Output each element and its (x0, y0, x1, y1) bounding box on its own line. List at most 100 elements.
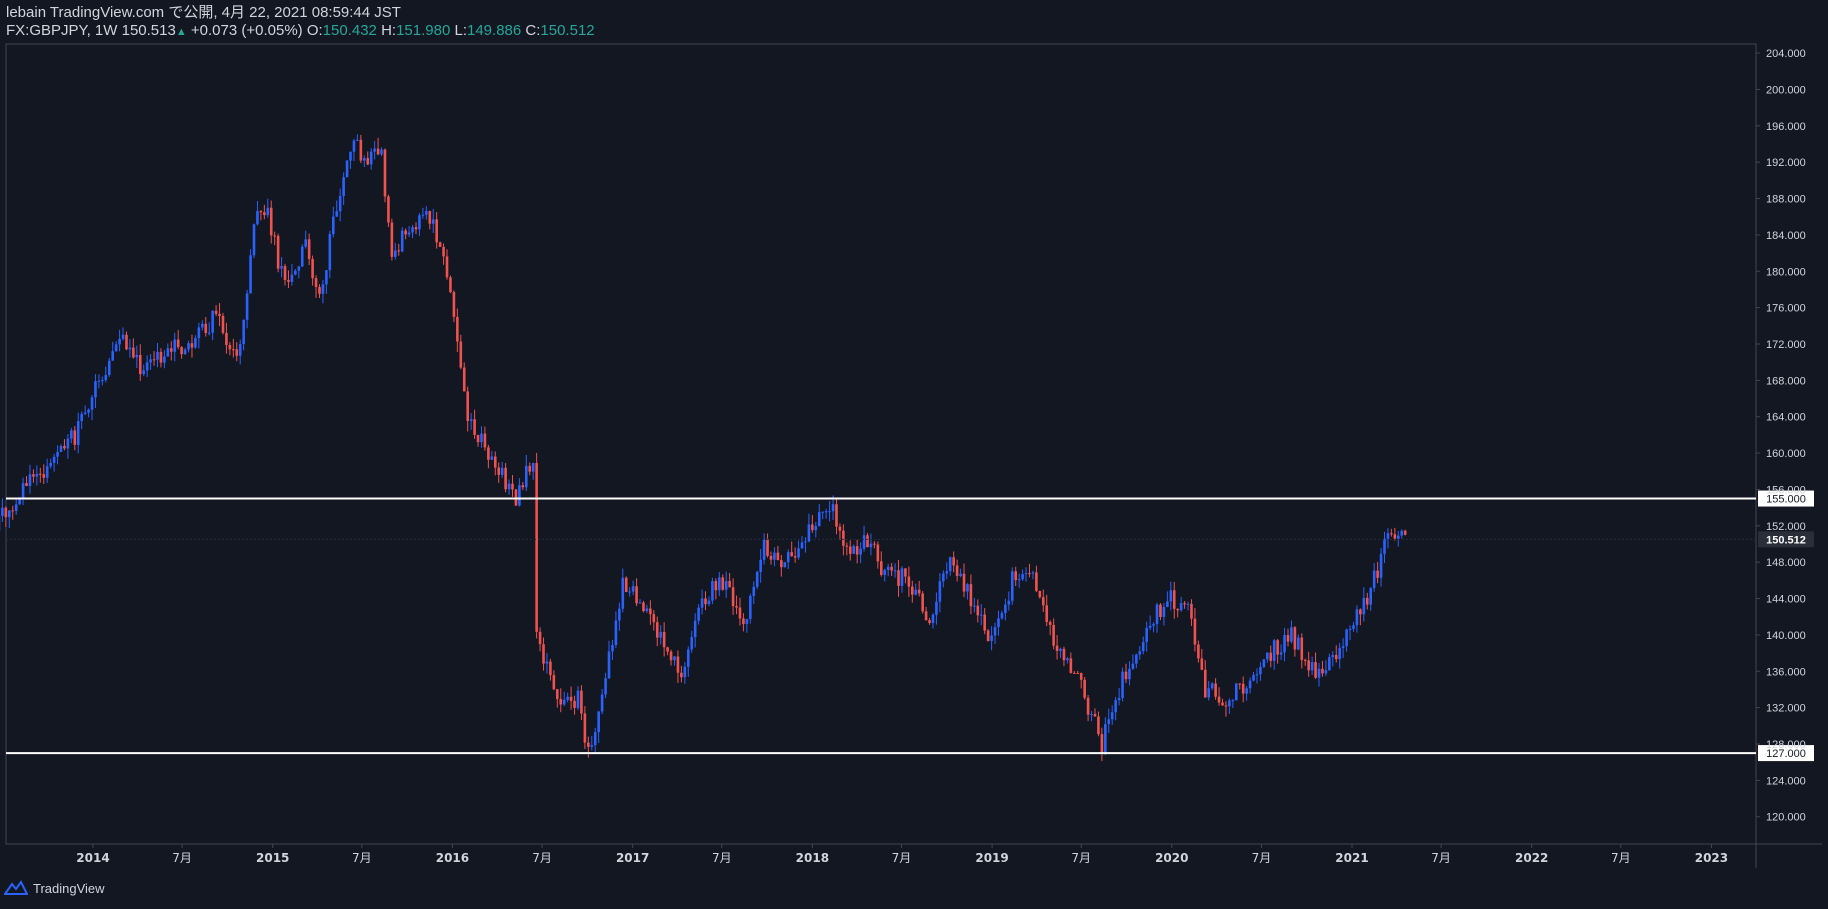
candle (852, 544, 856, 554)
candle (597, 711, 600, 744)
candle (807, 513, 811, 543)
candle (866, 532, 869, 548)
y-tick-label: 148.000 (1766, 557, 1806, 569)
candle (1362, 587, 1366, 622)
candle (914, 583, 918, 596)
candle (187, 340, 190, 353)
candle (655, 616, 659, 647)
plot-area-frame (5, 43, 1757, 845)
candle (824, 508, 828, 519)
candle (1293, 626, 1297, 657)
candle (904, 568, 907, 584)
x-tick-label: 7月 (172, 851, 192, 865)
candle (580, 685, 583, 720)
candle (263, 204, 266, 220)
candle (25, 476, 28, 487)
candle (156, 343, 159, 368)
candle (948, 556, 952, 576)
candle (1014, 566, 1018, 587)
price-axis[interactable]: 204.000 200.000 196.000 192.000 188.000 184.0… (6, 48, 1814, 824)
candle (1031, 570, 1035, 580)
candle (307, 233, 311, 266)
candle (966, 583, 969, 600)
candle (235, 342, 239, 362)
candle (104, 366, 108, 383)
candle (556, 688, 559, 708)
candle (1214, 678, 1217, 700)
candle (1152, 622, 1155, 633)
candle (680, 665, 683, 683)
candle (811, 515, 814, 533)
candle (549, 658, 552, 681)
candle (1052, 618, 1055, 650)
candle (300, 244, 304, 268)
candle (28, 464, 32, 494)
candle (390, 218, 394, 261)
candle (152, 351, 156, 366)
price-chart[interactable]: 155.000127.000 204.000 200.000 196.000 192.… (0, 0, 1828, 909)
candle (1300, 633, 1304, 669)
candle (1348, 625, 1352, 641)
candle (480, 426, 483, 448)
candle (1145, 621, 1148, 652)
candle (1010, 567, 1014, 605)
candle (1266, 652, 1269, 663)
x-tick-label: 7月 (712, 851, 732, 865)
candle (652, 610, 656, 631)
candle (1310, 656, 1314, 676)
candle (635, 578, 638, 607)
candle (976, 599, 980, 623)
candle (1400, 529, 1404, 539)
candle (135, 345, 139, 369)
candle (1166, 591, 1169, 608)
candle (769, 551, 773, 565)
candle (331, 206, 335, 238)
horizontal-lines[interactable]: 155.000127.000 (6, 490, 1814, 762)
candle (1141, 636, 1145, 655)
time-axis[interactable]: 2014 7月 2015 7月 2016 7月 2017 7月 2018 7月 2019 7月 2020… (76, 844, 1728, 865)
candle (587, 736, 590, 758)
candle (114, 341, 118, 352)
candle (59, 444, 63, 453)
candle (314, 275, 318, 298)
candle (1093, 708, 1097, 717)
candle (249, 249, 252, 294)
candle-series (0, 134, 1407, 762)
candle (21, 477, 25, 505)
last-price-badge: 150.512 (1766, 534, 1806, 546)
candle (1269, 645, 1273, 668)
tradingview-brand[interactable]: TradingView (4, 880, 105, 896)
candle (1203, 660, 1207, 698)
candle (273, 231, 276, 246)
candle (1028, 563, 1031, 578)
candle (521, 482, 525, 491)
candle (869, 533, 873, 556)
candle (294, 269, 297, 276)
candle (242, 319, 245, 351)
candle (204, 316, 208, 337)
candle (438, 241, 442, 247)
y-tick-label: 132.000 (1766, 703, 1806, 715)
x-tick-label: 2014 (76, 851, 109, 865)
candle (97, 374, 101, 389)
candle (421, 207, 425, 219)
x-tick-label: 7月 (1431, 851, 1451, 865)
candle (700, 589, 704, 615)
candle (862, 525, 866, 552)
candle (766, 533, 769, 558)
candle (786, 549, 790, 570)
candle (111, 341, 114, 361)
x-tick-label: 2022 (1515, 851, 1548, 865)
candle (387, 194, 390, 227)
candle (524, 455, 528, 492)
candle (1290, 620, 1293, 644)
candle (1017, 573, 1021, 588)
candle (411, 224, 414, 239)
y-tick-label: 176.000 (1766, 303, 1806, 315)
candle (1090, 711, 1093, 722)
candle (145, 355, 149, 378)
x-tick-label: 2019 (975, 851, 1008, 865)
x-tick-label: 7月 (1071, 851, 1091, 865)
candle (1224, 701, 1228, 717)
candle (538, 627, 542, 652)
